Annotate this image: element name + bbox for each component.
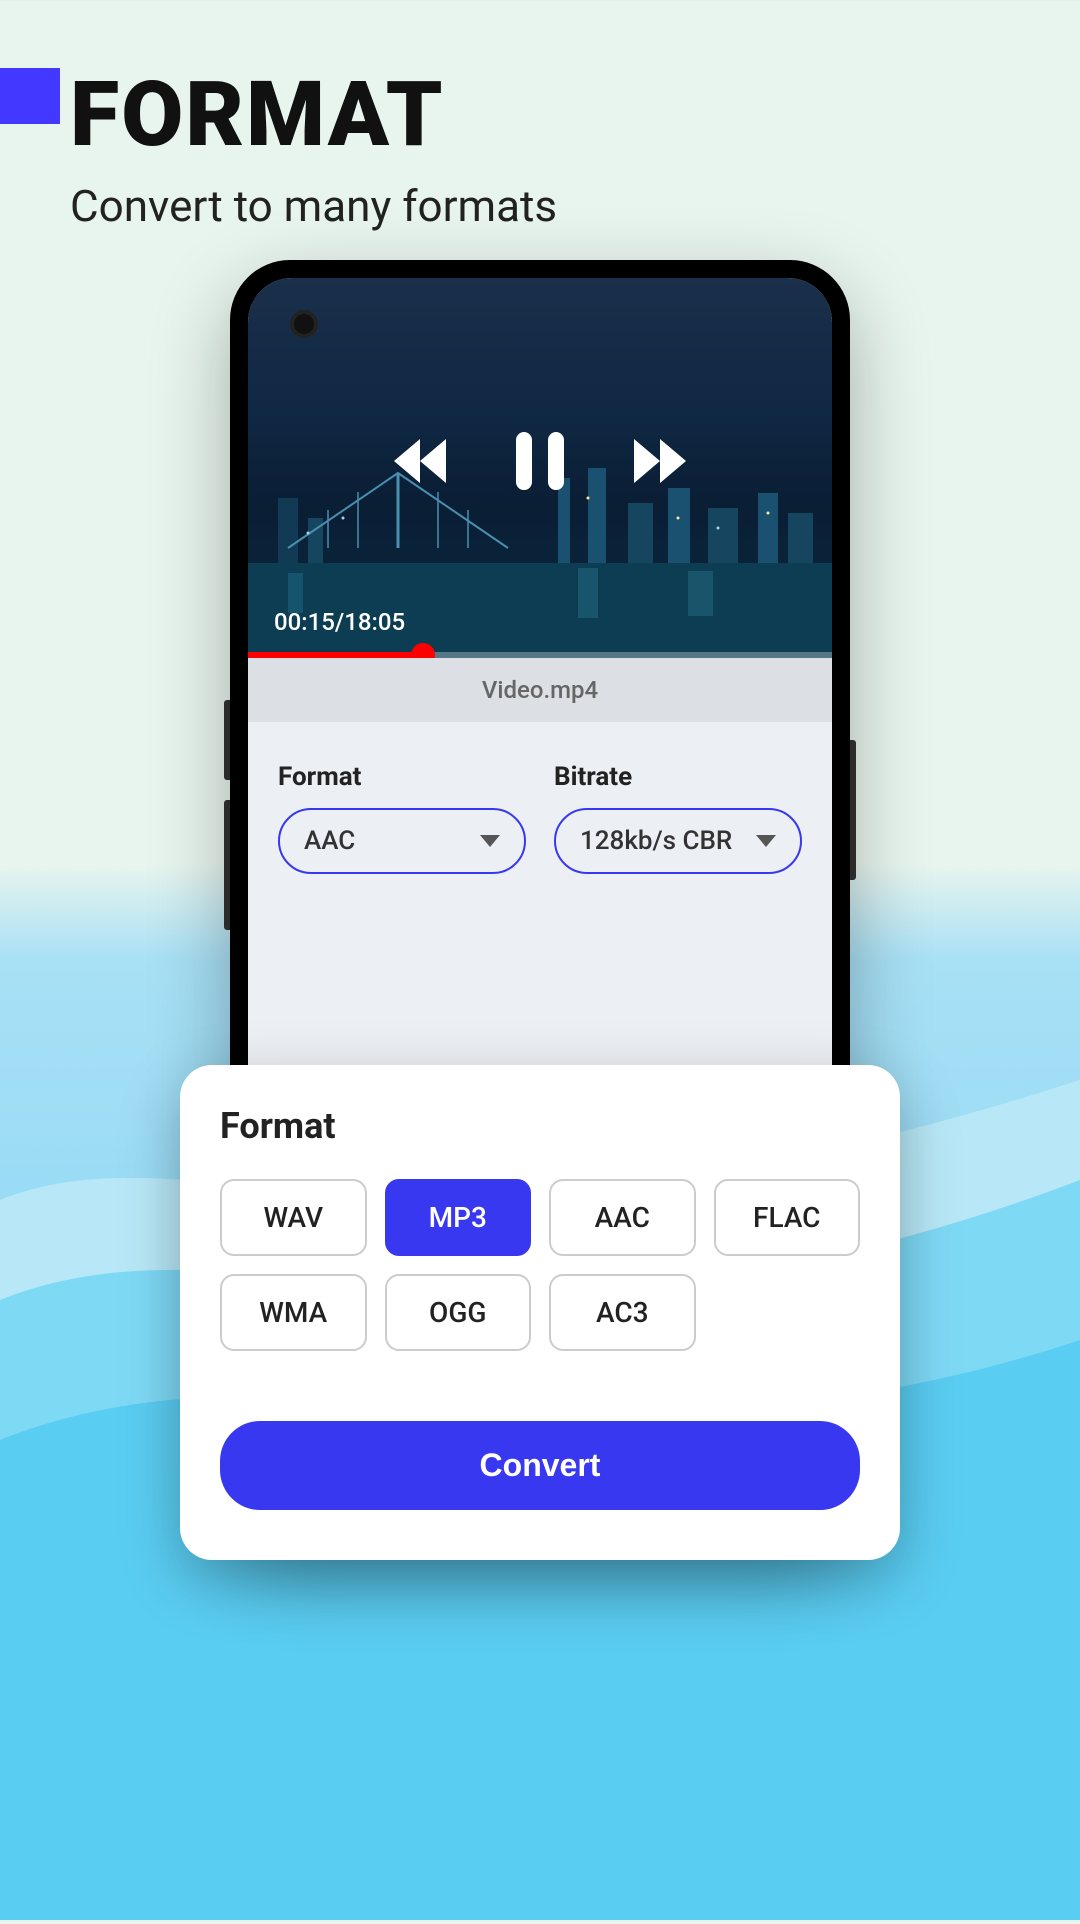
- convert-button[interactable]: Convert: [220, 1421, 860, 1510]
- format-option-flac[interactable]: FLAC: [714, 1179, 861, 1256]
- current-time: 00:15: [274, 608, 335, 636]
- bitrate-dropdown-value: 128kb/s CBR: [580, 826, 732, 856]
- format-option-ogg[interactable]: OGG: [385, 1274, 532, 1351]
- rewind-icon[interactable]: [394, 439, 446, 487]
- video-preview[interactable]: 00:15/18:05: [248, 278, 832, 658]
- chevron-down-icon: [480, 835, 500, 847]
- page-title: FORMAT: [70, 70, 1080, 160]
- format-option-mp3[interactable]: MP3: [385, 1179, 532, 1256]
- chevron-down-icon: [756, 835, 776, 847]
- video-progress-fill: [248, 652, 423, 658]
- format-option-ac3[interactable]: AC3: [549, 1274, 696, 1351]
- format-dropdown[interactable]: AAC: [278, 808, 526, 874]
- bitrate-dropdown-label: Bitrate: [554, 762, 802, 792]
- pause-icon[interactable]: [516, 432, 564, 494]
- promo-header: FORMAT Convert to many formats: [0, 0, 1080, 232]
- phone-notch: [450, 260, 630, 278]
- video-progress-track[interactable]: [248, 652, 832, 658]
- filename-label: Video.mp4: [248, 658, 832, 722]
- format-dropdown-label: Format: [278, 762, 526, 792]
- format-option-aac[interactable]: AAC: [549, 1179, 696, 1256]
- bitrate-dropdown[interactable]: 128kb/s CBR: [554, 808, 802, 874]
- format-option-wav[interactable]: WAV: [220, 1179, 367, 1256]
- format-dropdown-value: AAC: [304, 826, 355, 856]
- duration: 18:05: [344, 608, 405, 636]
- format-options-grid: WAVMP3AACFLAC WMAOGGAC3: [220, 1179, 860, 1351]
- format-bottom-sheet: Format WAVMP3AACFLAC WMAOGGAC3 Convert: [180, 1065, 900, 1560]
- accent-bar: [0, 68, 60, 124]
- format-option-wma[interactable]: WMA: [220, 1274, 367, 1351]
- fast-forward-icon[interactable]: [634, 439, 686, 487]
- phone-side-button: [850, 740, 856, 880]
- page-subtitle: Convert to many formats: [70, 180, 1080, 232]
- video-time: 00:15/18:05: [274, 608, 405, 636]
- camera-hole: [290, 310, 318, 338]
- sheet-title: Format: [220, 1105, 860, 1147]
